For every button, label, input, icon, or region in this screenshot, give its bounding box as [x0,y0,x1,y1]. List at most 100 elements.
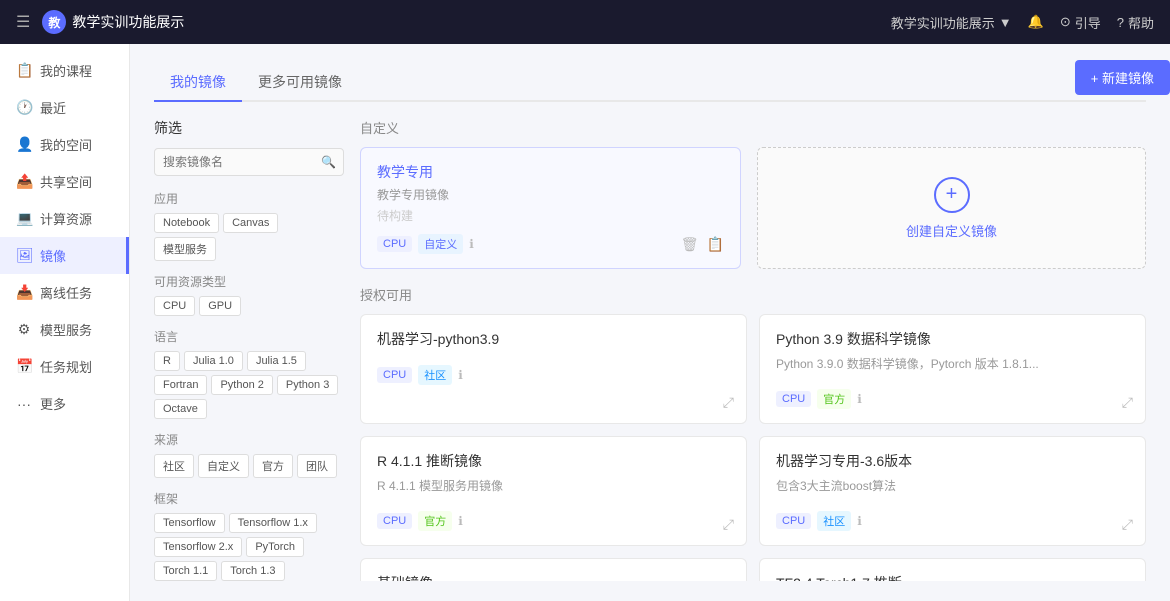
mirror-card-desc-2: R 4.1.1 模型服务用镜像 [377,477,730,495]
card-3-tag-type: 社区 [817,511,851,531]
filter-tag-notebook[interactable]: Notebook [154,213,219,233]
sidebar-item-recent[interactable]: 🕐 最近 [0,89,129,126]
topbar-help[interactable]: ? 帮助 [1117,13,1154,32]
filter-section-resource: 可用资源类型 CPU GPU [154,273,344,316]
filter-tags-framework: Tensorflow Tensorflow 1.x Tensorflow 2.x… [154,513,344,581]
delete-icon[interactable]: 🗑 [681,236,699,253]
card-2-tag-cpu: CPU [377,513,412,529]
filter-tag-octave[interactable]: Octave [154,399,207,419]
mirror-card-desc-1: Python 3.9.0 数据科学镜像，Pytorch 版本 1.8.1... [776,355,1129,373]
filter-panel: 筛选 🔍 应用 Notebook Canvas 模型服务 可用资源类型 [154,118,344,581]
mirror-card-desc-3: 包含3大主流boost算法 [776,477,1129,495]
info-icon[interactable]: ℹ [469,237,474,251]
filter-tag-custom[interactable]: 自定义 [198,454,249,478]
filter-tag-canvas[interactable]: Canvas [223,213,278,233]
filter-tag-tensorflow[interactable]: Tensorflow [154,513,225,533]
topbar-notification[interactable]: 🔔 [1028,14,1044,30]
sidebar-item-courses[interactable]: 📋 我的课程 [0,52,129,89]
filter-tag-tensorflow1x[interactable]: Tensorflow 1.x [229,513,317,533]
new-mirror-button[interactable]: + 新建镜像 [1075,60,1170,95]
sharedspace-icon: 📤 [16,173,32,190]
filter-tag-gpu[interactable]: GPU [199,296,241,316]
filter-tag-tensorflow2x[interactable]: Tensorflow 2.x [154,537,242,557]
mirror-card-footer-3: CPU 社区 ℹ [776,511,1129,531]
offline-icon: 📥 [16,284,32,301]
custom-card-pending: 待构建 [377,207,724,224]
sidebar-item-modelservice[interactable]: ⚙ 模型服务 [0,311,129,348]
sidebar-item-offline[interactable]: 📥 离线任务 [0,274,129,311]
filter-tag-cpu[interactable]: CPU [154,296,195,316]
filter-search: 🔍 [154,148,344,176]
topbar-platform-switcher[interactable]: 教学实训功能展示 ▼ [891,13,1012,32]
card-1-action-icon[interactable]: ⤢ [1122,394,1133,411]
sidebar: 📋 我的课程 🕐 最近 👤 我的空间 📤 共享空间 💻 计算资源 🖼 镜像 📥 … [0,44,130,601]
filter-tags-source: 社区 自定义 官方 团队 [154,454,344,478]
myspace-icon: 👤 [16,136,32,153]
copy-icon[interactable]: 📋 [707,236,724,253]
filter-section-language: 语言 R Julia 1.0 Julia 1.5 Fortran Python … [154,328,344,419]
custom-card-name: 教学专用 [377,162,724,182]
card-0-action-icon[interactable]: ⤢ [723,394,734,411]
card-1-tag-cpu: CPU [776,391,811,407]
authorized-section-title: 授权可用 [360,285,1146,304]
mirror-card-footer-1: CPU 官方 ℹ [776,389,1129,409]
card-2-action-icon[interactable]: ⤢ [723,516,734,533]
mirror-card-name-3: 机器学习专用-3.6版本 [776,451,1129,471]
tab-more-mirrors[interactable]: 更多可用镜像 [242,64,358,102]
mirror-card-python39-ds: Python 3.9 数据科学镜像 Python 3.9.0 数据科学镜像，Py… [759,314,1146,424]
mirror-card-footer-0: CPU 社区 ℹ [377,365,730,385]
mirror-grid: 机器学习-python3.9 CPU 社区 ℹ ⤢ Python 3.9 数据科… [360,314,1146,581]
content-area: 筛选 🔍 应用 Notebook Canvas 模型服务 可用资源类型 [154,118,1146,581]
card-2-info-icon[interactable]: ℹ [458,514,463,528]
tab-my-mirrors[interactable]: 我的镜像 [154,64,242,102]
filter-tag-modelservice[interactable]: 模型服务 [154,237,216,261]
create-label: 创建自定义镜像 [906,221,997,240]
card-3-info-icon[interactable]: ℹ [857,514,862,528]
topbar-right: 教学实训功能展示 ▼ 🔔 ⊙ 引导 ? 帮助 [891,13,1154,32]
card-0-info-icon[interactable]: ℹ [458,368,463,382]
filter-section-language-title: 语言 [154,328,344,345]
card-0-tag-cpu: CPU [377,367,412,383]
sidebar-item-mirror[interactable]: 🖼 镜像 [0,237,129,274]
mirror-card-name-4: 基础镜像 [377,573,730,581]
sidebar-item-taskplan[interactable]: 📅 任务规划 [0,348,129,385]
filter-tag-python3[interactable]: Python 3 [277,375,338,395]
filter-section-app-title: 应用 [154,190,344,207]
filter-tag-julia10[interactable]: Julia 1.0 [184,351,243,371]
search-input[interactable] [154,148,344,176]
sidebar-item-more[interactable]: ··· 更多 [0,385,129,422]
card-3-action-icon[interactable]: ⤢ [1122,516,1133,533]
mirror-card-name-5: TF2.4 Torch1.7 推断 [776,573,1129,581]
filter-tag-pytorch[interactable]: PyTorch [246,537,304,557]
taskplan-icon: 📅 [16,358,32,375]
custom-card-desc: 教学专用镜像 [377,186,724,203]
mirror-card-name-1: Python 3.9 数据科学镜像 [776,329,1129,349]
card-actions: 🗑 📋 [681,236,724,253]
sidebar-item-compute[interactable]: 💻 计算资源 [0,200,129,237]
card-0-tag-type: 社区 [418,365,452,385]
logo: 教 教学实训功能展示 [42,10,184,34]
filter-tag-fortran[interactable]: Fortran [154,375,207,395]
filter-tag-torch13[interactable]: Torch 1.3 [221,561,284,581]
filter-tag-official[interactable]: 官方 [253,454,293,478]
compute-icon: 💻 [16,210,32,227]
filter-tags-resource: CPU GPU [154,296,344,316]
sidebar-item-sharedspace[interactable]: 📤 共享空间 [0,163,129,200]
recent-icon: 🕐 [16,99,32,116]
custom-section-title: 自定义 [360,118,1146,137]
card-1-tag-type: 官方 [817,389,851,409]
card-1-info-icon[interactable]: ℹ [857,392,862,406]
filter-tag-r[interactable]: R [154,351,180,371]
filter-tag-community[interactable]: 社区 [154,454,194,478]
sidebar-item-myspace[interactable]: 👤 我的空间 [0,126,129,163]
filter-tag-python2[interactable]: Python 2 [211,375,272,395]
create-custom-card[interactable]: + 创建自定义镜像 [757,147,1146,269]
filter-section-source-title: 来源 [154,431,344,448]
filter-tag-team[interactable]: 团队 [297,454,337,478]
filter-tag-julia15[interactable]: Julia 1.5 [247,351,306,371]
topbar-guide[interactable]: ⊙ 引导 [1060,13,1101,32]
mirror-icon: 🖼 [16,247,32,264]
filter-tag-torch11[interactable]: Torch 1.1 [154,561,217,581]
menu-icon[interactable]: ☰ [16,12,30,32]
mirror-card-name-0: 机器学习-python3.9 [377,329,730,349]
